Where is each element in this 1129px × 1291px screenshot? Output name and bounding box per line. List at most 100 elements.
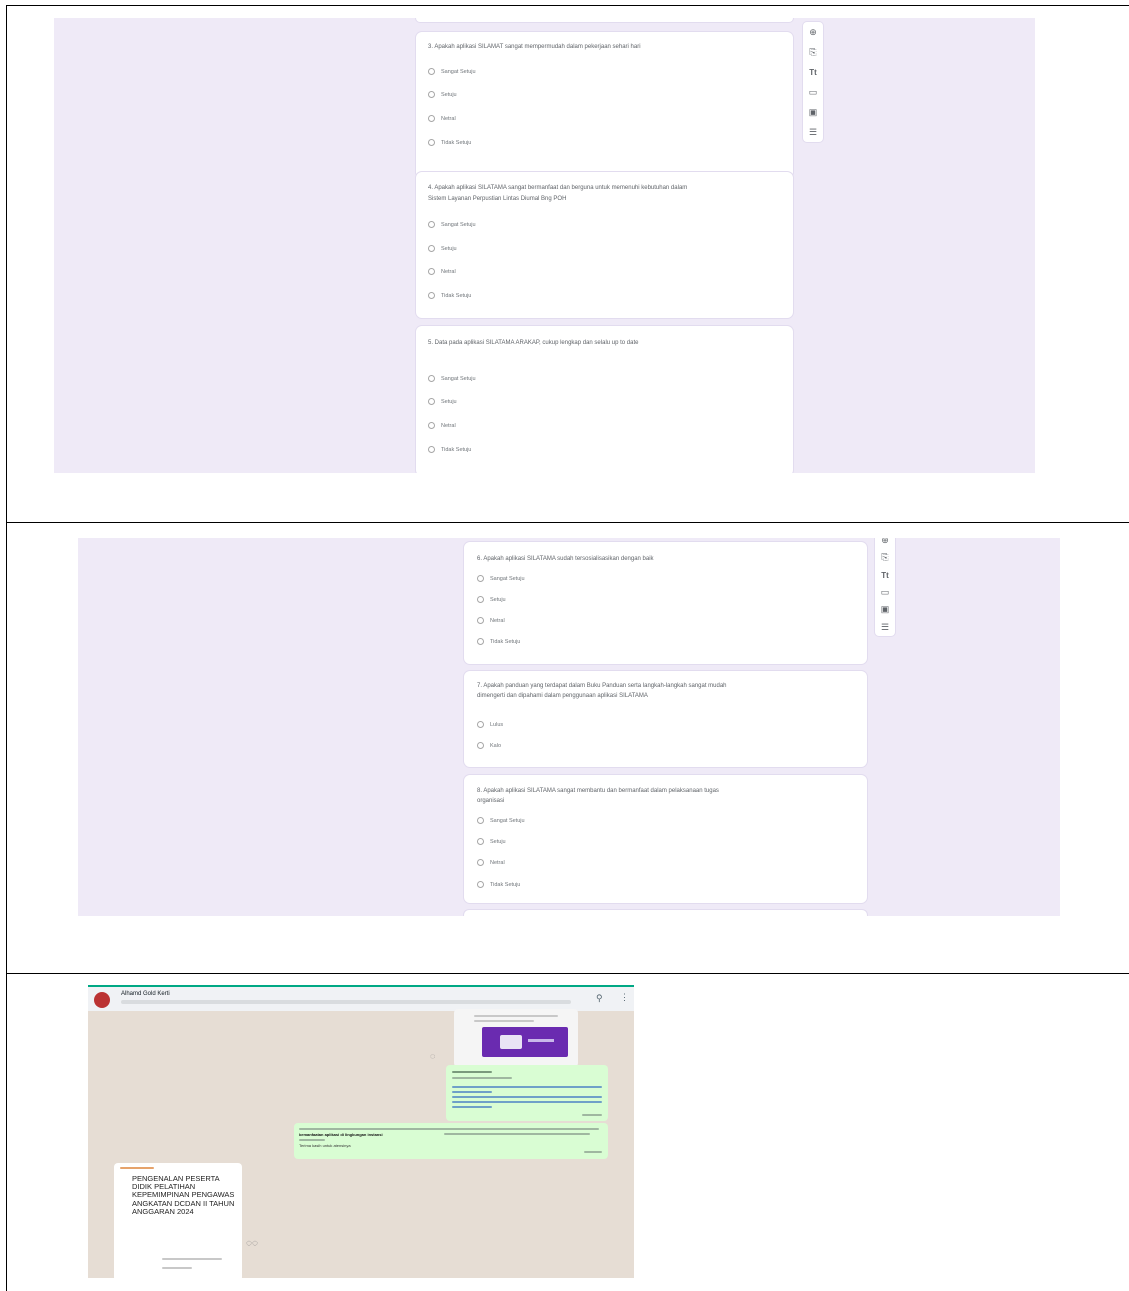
section-icon[interactable]: ☰ (878, 622, 892, 633)
image-message[interactable] (454, 1009, 578, 1067)
option-row[interactable]: Tidak Setuju (477, 638, 520, 645)
import-icon[interactable]: ⎘ (878, 552, 892, 563)
add-circle-icon[interactable]: ⊕ (878, 538, 892, 546)
radio-button[interactable] (428, 139, 435, 146)
poster-title: PENGENALAN PESERTA DIDIK PELATIHAN KEPEM… (132, 1174, 235, 1216)
radio-button[interactable] (428, 68, 435, 75)
radio-button[interactable] (428, 375, 435, 382)
question-card-7: 7. Apakah panduan yang terdapat dalam Bu… (464, 671, 867, 767)
radio-button[interactable] (428, 422, 435, 429)
image-icon[interactable]: ▭ (878, 587, 892, 598)
video-icon[interactable]: ▣ (878, 604, 892, 615)
option-label: Tidak Setuju (490, 881, 521, 888)
option-row[interactable]: Tidak Setuju (428, 139, 471, 146)
add-circle-icon[interactable]: ⊕ (806, 25, 820, 39)
radio-button[interactable] (428, 115, 435, 122)
question-4-text-cont: Sistem Layanan Perpustian Lintas Diumal … (428, 196, 567, 202)
radio-button[interactable] (477, 859, 484, 866)
question-card-8: 8. Apakah aplikasi SILATAMA sangat memba… (464, 775, 867, 903)
option-row[interactable]: Setuju (477, 838, 506, 845)
question-6-text: 6. Apakah aplikasi SILATAMA sudah tersos… (477, 556, 654, 562)
option-label: Sangat Setuju (441, 68, 476, 75)
option-label: Sangat Setuju (441, 221, 476, 228)
radio-button[interactable] (477, 596, 484, 603)
incoming-poster-message[interactable]: PENGENALAN PESERTA DIDIK PELATIHAN KEPEM… (114, 1163, 242, 1278)
option-row[interactable]: Sangat Setuju (428, 221, 476, 228)
question-card-5: 5. Data pada aplikasi SILATAMA ARAKAP, c… (416, 326, 793, 473)
radio-button[interactable] (428, 268, 435, 275)
option-row[interactable]: Sangat Setuju (428, 375, 476, 382)
option-row[interactable]: Netral (428, 115, 456, 122)
purple-banner-image (482, 1027, 568, 1057)
forward-icon[interactable]: ◌ (430, 1051, 435, 1061)
group-avatar (94, 992, 110, 1008)
radio-button[interactable] (477, 617, 484, 624)
option-row[interactable]: Tidak Setuju (477, 881, 520, 888)
radio-button[interactable] (428, 91, 435, 98)
image-icon[interactable]: ▭ (806, 85, 820, 99)
radio-button[interactable] (428, 398, 435, 405)
form-screenshot-2: 6. Apakah aplikasi SILATAMA sudah tersos… (78, 538, 1060, 916)
option-label: Kalo (490, 742, 502, 749)
import-icon[interactable]: ⎘ (806, 45, 820, 59)
title-icon[interactable]: Tt (806, 65, 820, 79)
option-row[interactable]: Setuju (428, 91, 457, 98)
option-row[interactable]: Tidak Setuju (428, 446, 471, 453)
radio-button[interactable] (477, 742, 484, 749)
question-8-text-cont: organisasi (477, 798, 505, 804)
option-label: Sangat Setuju (490, 817, 525, 824)
option-row[interactable]: Sangat Setuju (477, 817, 525, 824)
search-icon[interactable]: ⚲ (596, 993, 603, 1004)
question-card-next-edge (464, 910, 867, 916)
radio-button[interactable] (477, 575, 484, 582)
option-row[interactable]: Netral (477, 617, 505, 624)
question-card-top-edge (416, 18, 793, 22)
reaction-icon[interactable]: ◌◌ (246, 1238, 258, 1249)
video-icon[interactable]: ▣ (806, 105, 820, 119)
link-message[interactable] (446, 1065, 608, 1121)
radio-button[interactable] (428, 446, 435, 453)
radio-button[interactable] (428, 292, 435, 299)
row-divider (6, 973, 1129, 974)
option-label: Sangat Setuju (490, 575, 525, 582)
option-row[interactable]: Lulus (477, 721, 503, 728)
option-label: Netral (490, 617, 505, 624)
option-label: Setuju (441, 91, 457, 98)
row-divider (6, 522, 1129, 523)
option-row[interactable]: Netral (477, 859, 505, 866)
option-label: Setuju (441, 398, 457, 405)
option-label: Netral (441, 115, 456, 122)
menu-icon[interactable]: ⋮ (620, 992, 629, 1003)
radio-button[interactable] (477, 721, 484, 728)
option-label: Tidak Setuju (441, 292, 472, 299)
radio-button[interactable] (428, 245, 435, 252)
title-icon[interactable]: Tt (878, 570, 892, 581)
section-icon[interactable]: ☰ (806, 125, 820, 139)
radio-button[interactable] (477, 638, 484, 645)
question-card-3: 3. Apakah aplikasi SILAMAT sangat memper… (416, 32, 793, 178)
form-side-toolbar: ⊕ ⎘ Tt ▭ ▣ ☰ (875, 538, 895, 636)
option-row[interactable]: Setuju (428, 398, 457, 405)
option-row[interactable]: Netral (428, 422, 456, 429)
radio-button[interactable] (477, 838, 484, 845)
option-label: Setuju (490, 838, 506, 845)
option-row[interactable]: Kalo (477, 742, 501, 749)
option-label: Lulus (490, 721, 504, 728)
option-label: Setuju (490, 596, 506, 603)
radio-button[interactable] (477, 817, 484, 824)
option-row[interactable]: Sangat Setuju (477, 575, 525, 582)
radio-button[interactable] (477, 881, 484, 888)
message-closing-text: Terima kasih untuk atensinya (299, 1143, 351, 1148)
question-5-text: 5. Data pada aplikasi SILATAMA ARAKAP, c… (428, 340, 639, 346)
option-row[interactable]: Sangat Setuju (428, 68, 476, 75)
option-row[interactable]: Netral (428, 268, 456, 275)
option-label: Sangat Setuju (441, 375, 476, 382)
chat-header: Alhamd Gold Kerti ⚲ ⋮ (88, 985, 634, 1011)
option-row[interactable]: Setuju (477, 596, 506, 603)
option-row[interactable]: Tidak Setuju (428, 292, 471, 299)
text-message[interactable]: kemanfaatan aplikasi di lingkungan insta… (294, 1123, 608, 1159)
question-card-4: 4. Apakah aplikasi SILATAMA sangat berma… (416, 172, 793, 318)
question-3-text: 3. Apakah aplikasi SILAMAT sangat memper… (428, 44, 641, 50)
option-row[interactable]: Setuju (428, 245, 457, 252)
radio-button[interactable] (428, 221, 435, 228)
